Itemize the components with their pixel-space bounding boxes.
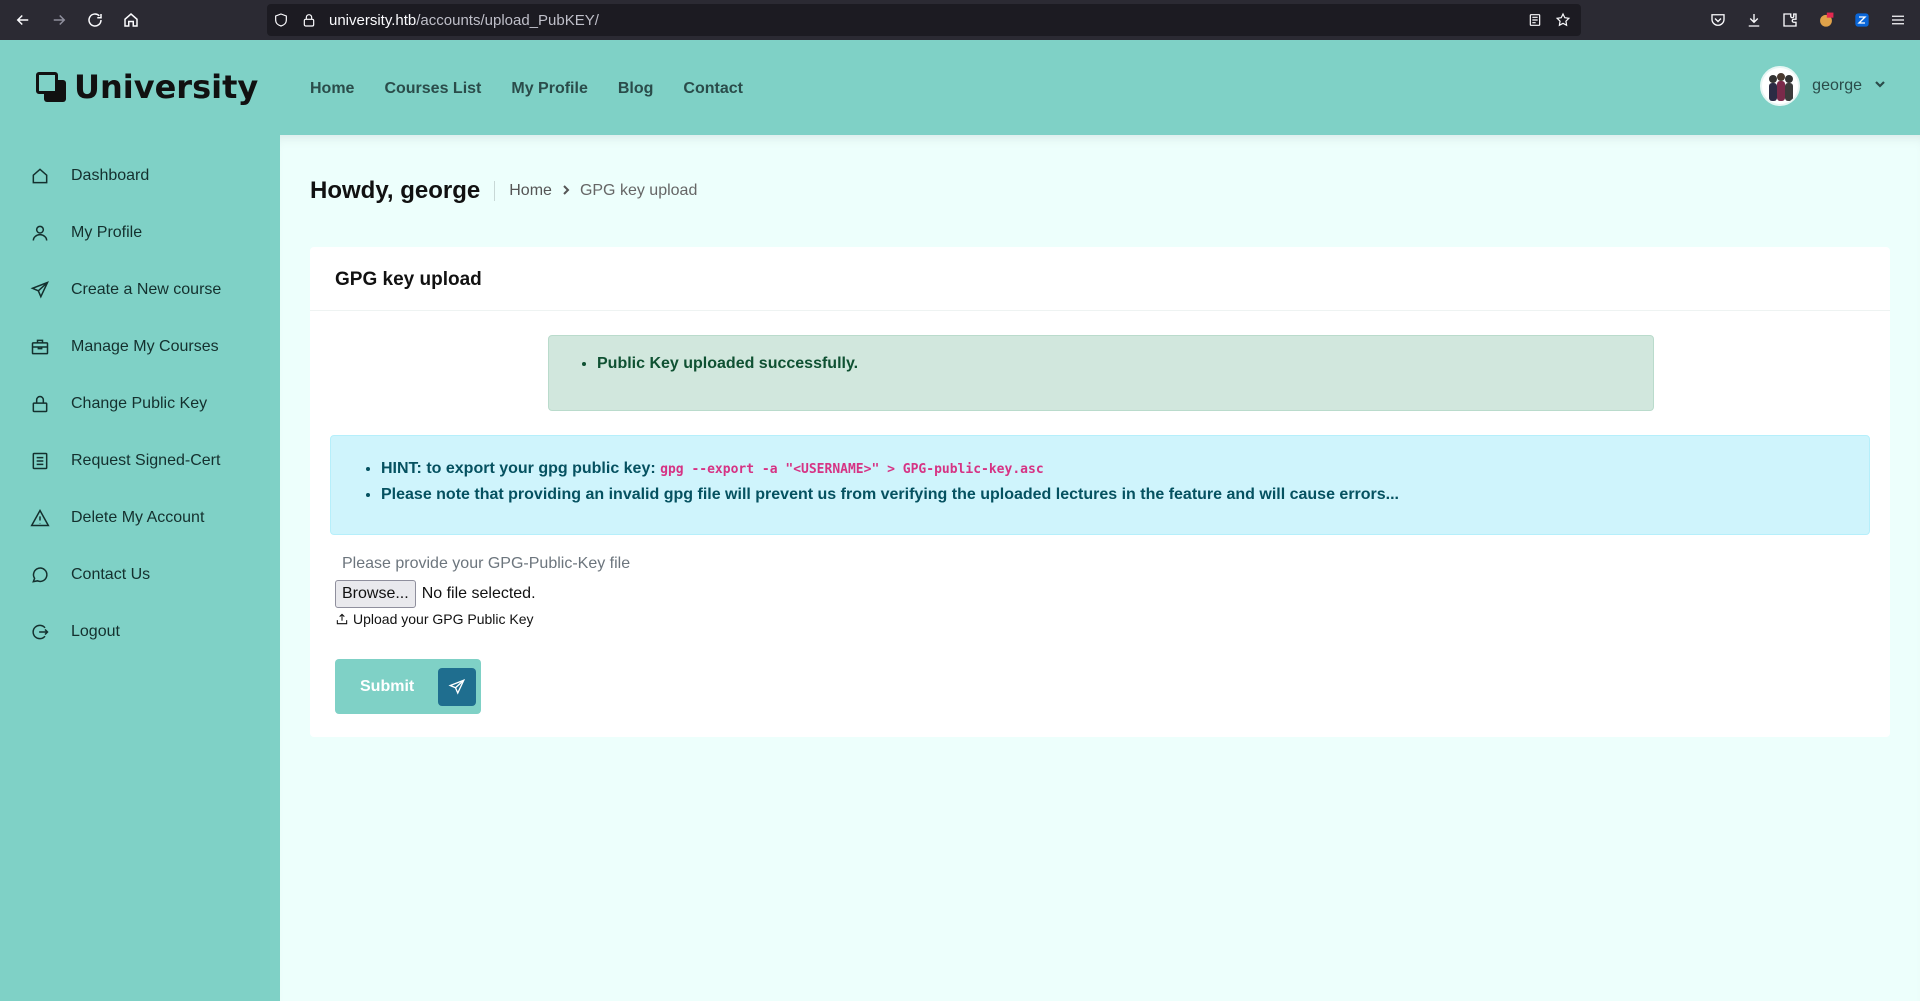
reload-button[interactable] [77,4,113,36]
nav-home[interactable]: Home [310,80,354,98]
forward-button[interactable] [41,4,77,36]
sidebar-item-label: Delete My Account [71,508,205,526]
sidebar-item-label: Manage My Courses [71,337,219,355]
toolbar-right [1700,4,1920,36]
home-icon [124,13,138,27]
url-bar[interactable]: university.htb/accounts/upload_PubKEY/ [267,4,1581,36]
submit-label: Submit [360,677,415,695]
download-icon[interactable] [1736,4,1772,36]
sidebar-item-create-course[interactable]: Create a New course [0,261,280,318]
card-title: GPG key upload [310,247,1890,311]
arrow-left-icon [16,14,29,26]
warning-icon [30,508,50,526]
username: george [1812,77,1862,94]
sidebar-item-label: Dashboard [71,166,150,184]
page-header: Howdy, george Home GPG key upload [310,177,697,205]
lock-icon [32,395,48,412]
url-host: university.htb [329,11,417,29]
url-path: /accounts/upload_PubKEY/ [416,11,599,29]
reload-icon [88,13,102,27]
browser-toolbar: university.htb/accounts/upload_PubKEY/ [0,0,1920,40]
shield-icon [267,4,295,36]
sidebar-item-label: My Profile [71,223,143,241]
back-button[interactable] [5,4,41,36]
url-text: university.htb/accounts/upload_PubKEY/ [329,12,599,29]
file-field-label: Please provide your GPG-Public-Key file [342,555,631,572]
sidebar-item-delete-account[interactable]: Delete My Account [0,489,280,546]
sidebar-item-label: Logout [71,622,120,640]
breadcrumb: Home GPG key upload [494,181,697,201]
sidebar-item-my-profile[interactable]: My Profile [0,204,280,261]
extensions-icon[interactable] [1772,4,1808,36]
briefcase-icon [31,339,49,354]
logout-icon [32,624,49,639]
hint-prefix: HINT: to export your gpg public key: [381,460,656,477]
menu-icon[interactable] [1880,4,1916,36]
chevron-down-icon [1874,77,1886,95]
breadcrumb-current: GPG key upload [579,182,698,199]
sidebar-item-label: Create a New course [71,280,222,298]
arrow-right-icon [53,14,66,26]
user-icon [32,225,48,241]
sidebar: Dashboard My Profile Create a New course… [0,135,280,1001]
avatar [1760,66,1801,106]
sidebar-item-change-public-key[interactable]: Change Public Key [0,375,280,432]
sidebar-item-logout[interactable]: Logout [0,603,280,660]
nav-my-profile[interactable]: My Profile [511,80,587,98]
extension-z-icon[interactable] [1844,4,1880,36]
brand-logo[interactable]: University [36,68,258,106]
upload-icon [336,613,348,625]
sidebar-item-label: Contact Us [71,565,151,583]
file-status: No file selected. [421,585,536,602]
note-item: Please note that providing an invalid gp… [381,482,1869,507]
lock-icon [295,4,323,36]
send-icon [30,280,49,298]
hint-command: gpg --export -a "<USERNAME>" > GPG-publi… [660,462,1044,477]
chevron-right-icon [561,182,571,200]
nav-courses-list[interactable]: Courses List [384,80,481,98]
file-input[interactable]: Browse... No file selected. [335,580,536,608]
document-icon [32,452,48,469]
site-header: University Home Courses List My Profile … [0,40,1920,135]
main-content: Howdy, george Home GPG key upload GPG ke… [280,135,1920,1001]
submit-button[interactable]: Submit [335,659,481,714]
hint-alert: HINT: to export your gpg public key: gpg… [330,435,1870,535]
extension-cookie-icon[interactable] [1808,4,1844,36]
upload-hint-text: Upload your GPG Public Key [353,611,534,627]
chat-icon [32,566,48,583]
sidebar-item-dashboard[interactable]: Dashboard [0,147,280,204]
upload-card: GPG key upload Public Key uploaded succe… [310,247,1890,737]
bookmark-star-icon[interactable] [1549,4,1577,36]
page-title: Howdy, george [310,177,481,204]
success-message: Public Key uploaded successfully. [597,355,1653,373]
sidebar-item-manage-courses[interactable]: Manage My Courses [0,318,280,375]
home-icon [32,167,48,183]
breadcrumb-home[interactable]: Home [509,182,552,200]
sidebar-item-request-signed-cert[interactable]: Request Signed-Cert [0,432,280,489]
hint-item: HINT: to export your gpg public key: gpg… [381,456,1869,482]
user-menu[interactable]: george [1760,66,1886,106]
send-icon [438,667,477,706]
upload-hint: Upload your GPG Public Key [335,611,534,627]
home-button[interactable] [113,4,149,36]
pocket-icon[interactable] [1700,4,1736,36]
sidebar-item-contact-us[interactable]: Contact Us [0,546,280,603]
brand-name: University [74,68,259,106]
logo-icon [36,72,66,102]
reader-mode-icon[interactable] [1521,4,1549,36]
nav-contact[interactable]: Contact [683,80,743,98]
browse-button[interactable]: Browse... [335,580,416,608]
main-nav: Home Courses List My Profile Blog Contac… [310,80,743,98]
sidebar-item-label: Change Public Key [71,394,208,412]
nav-blog[interactable]: Blog [618,80,654,98]
sidebar-item-label: Request Signed-Cert [71,451,221,469]
success-alert: Public Key uploaded successfully. [548,335,1654,411]
